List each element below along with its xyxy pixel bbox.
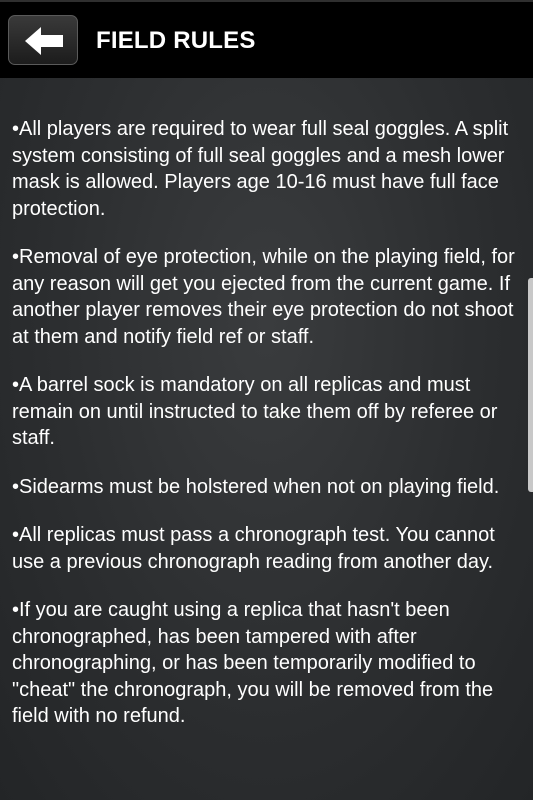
rule-item: •All replicas must pass a chronograph te… xyxy=(12,524,495,573)
back-button[interactable] xyxy=(8,15,78,65)
back-arrow-icon xyxy=(25,27,63,55)
header-bar: FIELD RULES xyxy=(0,0,533,78)
rule-item: •A barrel sock is mandatory on all repli… xyxy=(12,374,498,449)
rule-item: •Sidearms must be holstered when not on … xyxy=(12,475,500,498)
rule-item: •Removal of eye protection, while on the… xyxy=(12,246,515,348)
page-title: FIELD RULES xyxy=(96,27,256,54)
screen: FIELD RULES •All players are required to… xyxy=(0,0,533,800)
rule-item: •If you are caught using a replica that … xyxy=(12,599,494,727)
scrollbar[interactable] xyxy=(528,278,533,492)
rule-item: •All players are required to wear full s… xyxy=(12,118,509,220)
rules-list: •All players are required to wear full s… xyxy=(12,116,518,752)
